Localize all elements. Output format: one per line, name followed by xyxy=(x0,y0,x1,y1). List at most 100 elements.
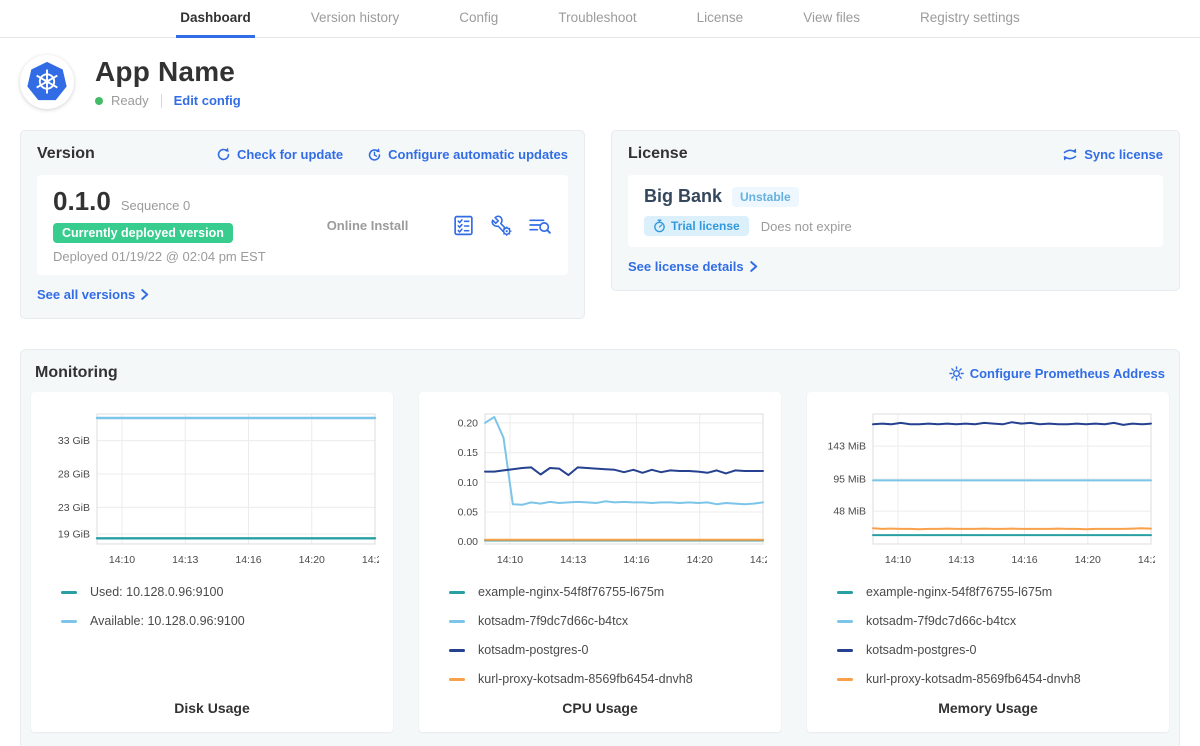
x-tick-label: 14:13 xyxy=(560,554,586,566)
legend-swatch xyxy=(449,620,465,623)
app-header: App Name Ready Edit config xyxy=(0,38,1200,109)
y-tick-label: 0.20 xyxy=(458,417,479,429)
cpu-usage-title: CPU Usage xyxy=(433,692,767,716)
app-status: Ready xyxy=(111,93,149,108)
trial-license-badge: Trial license xyxy=(644,216,749,236)
y-tick-label: 28 GiB xyxy=(58,469,90,481)
deployed-timestamp: Deployed 01/19/22 @ 02:04 pm EST xyxy=(53,249,283,264)
legend-item: Used: 10.128.0.96:9100 xyxy=(61,585,379,599)
legend-swatch xyxy=(837,678,853,681)
check-for-update-link[interactable]: Check for update xyxy=(216,147,343,162)
legend-label: example-nginx-54f8f76755-l675m xyxy=(478,585,664,599)
legend-swatch xyxy=(449,591,465,594)
plot-border xyxy=(485,414,763,544)
legend-label: kotsadm-postgres-0 xyxy=(478,643,588,657)
y-tick-label: 143 MiB xyxy=(827,441,866,453)
x-tick-label: 14:23 xyxy=(750,554,767,566)
legend-item: kotsadm-postgres-0 xyxy=(837,643,1155,657)
install-type-label: Online Install xyxy=(283,218,452,233)
currently-deployed-badge: Currently deployed version xyxy=(53,223,233,243)
x-tick-label: 14:16 xyxy=(1011,554,1037,566)
gear-icon xyxy=(949,366,964,381)
legend-swatch xyxy=(61,591,77,594)
divider xyxy=(161,94,162,108)
memory-usage-legend: example-nginx-54f8f76755-l675mkotsadm-7f… xyxy=(821,585,1155,686)
cpu-usage-chart-card: 0.000.050.100.150.2014:1014:1314:1614:20… xyxy=(419,392,781,732)
sequence-label: Sequence 0 xyxy=(121,198,190,213)
disk-usage-title: Disk Usage xyxy=(45,692,379,716)
clock-refresh-icon xyxy=(367,147,382,162)
legend-item: example-nginx-54f8f76755-l675m xyxy=(449,585,767,599)
config-wrench-icon[interactable] xyxy=(490,214,513,237)
x-tick-label: 14:16 xyxy=(235,554,261,566)
legend-label: kurl-proxy-kotsadm-8569fb6454-dnvh8 xyxy=(866,672,1081,686)
see-all-versions-link[interactable]: See all versions xyxy=(37,287,149,302)
series-line xyxy=(485,417,763,505)
top-nav: Dashboard Version history Config Trouble… xyxy=(0,0,1200,38)
legend-swatch xyxy=(837,620,853,623)
tab-dashboard[interactable]: Dashboard xyxy=(176,0,255,38)
y-tick-label: 19 GiB xyxy=(58,529,90,541)
legend-label: Available: 10.128.0.96:9100 xyxy=(90,614,245,628)
tab-registry-settings[interactable]: Registry settings xyxy=(916,0,1024,38)
legend-label: kotsadm-7f9dc7d66c-b4tcx xyxy=(478,614,628,628)
stopwatch-icon xyxy=(653,219,666,233)
x-tick-label: 14:23 xyxy=(362,554,379,566)
monitoring-section: Monitoring Configure Prometheus Address … xyxy=(20,349,1180,746)
legend-item: kotsadm-7f9dc7d66c-b4tcx xyxy=(449,614,767,628)
legend-swatch xyxy=(449,678,465,681)
current-version-box: 0.1.0 Sequence 0 Currently deployed vers… xyxy=(37,175,568,275)
legend-item: example-nginx-54f8f76755-l675m xyxy=(837,585,1155,599)
x-tick-label: 14:20 xyxy=(687,554,713,566)
tab-view-files[interactable]: View files xyxy=(799,0,864,38)
deploy-logs-icon[interactable] xyxy=(528,214,552,237)
series-line xyxy=(873,528,1151,529)
x-tick-label: 14:20 xyxy=(299,554,325,566)
disk-usage-chart-card: 19 GiB23 GiB28 GiB33 GiB14:1014:1314:161… xyxy=(31,392,393,732)
refresh-icon xyxy=(216,147,231,162)
x-tick-label: 14:20 xyxy=(1075,554,1101,566)
x-tick-label: 14:10 xyxy=(885,554,911,566)
tab-version-history[interactable]: Version history xyxy=(307,0,404,38)
y-tick-label: 0.00 xyxy=(458,536,479,548)
license-card: License Sync license Big Bank Unstable T… xyxy=(611,130,1180,291)
y-tick-label: 48 MiB xyxy=(833,506,866,518)
charts-row: 19 GiB23 GiB28 GiB33 GiB14:1014:1314:161… xyxy=(31,392,1169,732)
legend-item: kotsadm-postgres-0 xyxy=(449,643,767,657)
monitoring-title: Monitoring xyxy=(35,364,118,382)
x-tick-label: 14:13 xyxy=(948,554,974,566)
version-card-title: Version xyxy=(37,145,95,163)
series-line xyxy=(873,422,1151,425)
series-line xyxy=(485,467,763,475)
license-card-title: License xyxy=(628,145,688,163)
sync-icon xyxy=(1062,147,1078,162)
y-tick-label: 0.15 xyxy=(458,447,479,459)
legend-item: kurl-proxy-kotsadm-8569fb6454-dnvh8 xyxy=(837,672,1155,686)
legend-swatch xyxy=(61,620,77,623)
x-tick-label: 14:13 xyxy=(172,554,198,566)
version-number: 0.1.0 xyxy=(53,186,111,217)
configure-prometheus-link[interactable]: Configure Prometheus Address xyxy=(949,366,1165,381)
x-tick-label: 14:16 xyxy=(623,554,649,566)
expiry-text: Does not expire xyxy=(761,219,852,234)
memory-usage-chart-card: 48 MiB95 MiB143 MiB14:1014:1314:1614:201… xyxy=(807,392,1169,732)
tab-troubleshoot[interactable]: Troubleshoot xyxy=(554,0,640,38)
tab-config[interactable]: Config xyxy=(455,0,502,38)
sync-license-link[interactable]: Sync license xyxy=(1062,147,1163,162)
see-license-details-link[interactable]: See license details xyxy=(628,259,758,274)
tab-license[interactable]: License xyxy=(693,0,748,38)
preflight-checks-icon[interactable] xyxy=(452,214,475,237)
disk-usage-plot: 19 GiB23 GiB28 GiB33 GiB14:1014:1314:161… xyxy=(45,404,379,572)
legend-swatch xyxy=(837,591,853,594)
summary-cards-row: Version Check for update Configure autom… xyxy=(20,130,1180,319)
y-tick-label: 0.05 xyxy=(458,506,479,518)
legend-swatch xyxy=(837,649,853,652)
chevron-right-icon xyxy=(141,289,149,300)
legend-swatch xyxy=(449,649,465,652)
configure-automatic-updates-link[interactable]: Configure automatic updates xyxy=(367,147,568,162)
edit-config-link[interactable]: Edit config xyxy=(174,93,241,108)
version-card: Version Check for update Configure autom… xyxy=(20,130,585,319)
x-tick-label: 14:10 xyxy=(109,554,135,566)
channel-badge: Unstable xyxy=(732,187,799,207)
customer-name: Big Bank xyxy=(644,186,722,207)
